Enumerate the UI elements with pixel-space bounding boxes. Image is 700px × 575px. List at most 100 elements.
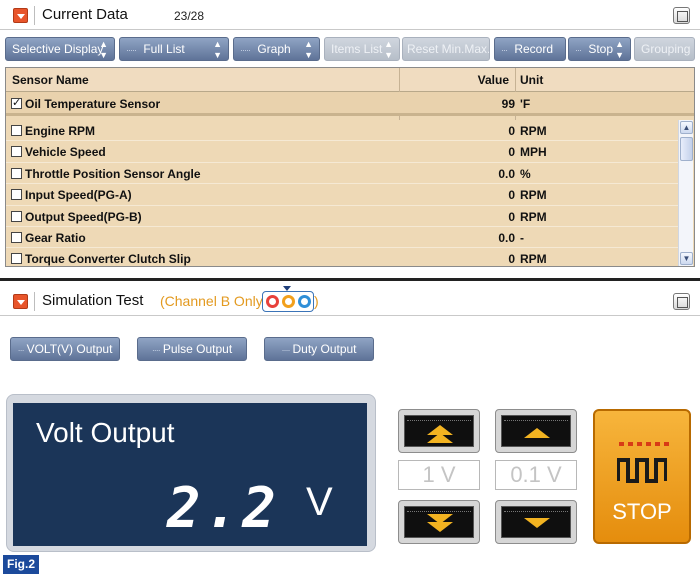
collapse-icon[interactable] xyxy=(13,8,28,23)
sensor-unit: 'F xyxy=(520,97,531,111)
table-row[interactable]: Input Speed(PG-A) 0 RPM xyxy=(6,184,678,206)
pulse-output-button[interactable]: ···· Pulse Output xyxy=(137,337,247,361)
down-icon xyxy=(524,518,550,528)
full-list-button[interactable]: ····· Full List ▲ ▼ xyxy=(119,37,229,61)
row-checkbox[interactable] xyxy=(11,210,22,222)
column-unit[interactable]: Unit xyxy=(520,73,543,87)
stop-output-button[interactable]: STOP xyxy=(593,409,691,544)
button-face xyxy=(501,506,571,538)
row-checkbox[interactable] xyxy=(11,125,22,136)
maximize-icon[interactable] xyxy=(673,7,690,24)
items-list-label: Items List xyxy=(331,42,383,56)
tick-marks xyxy=(407,417,471,421)
sensor-name: Oil Temperature Sensor xyxy=(25,97,161,111)
scroll-down-icon[interactable]: ▼ xyxy=(680,252,693,265)
grip-icon: ···· xyxy=(281,345,290,355)
sensor-value: 0 xyxy=(508,252,515,266)
coarse-increase-button[interactable] xyxy=(398,409,480,453)
volt-output-title: Volt Output xyxy=(36,417,175,448)
row-checkbox[interactable] xyxy=(11,253,22,265)
sensor-unit: RPM xyxy=(520,188,547,203)
table-row[interactable]: Gear Ratio 0.0 - xyxy=(6,227,678,249)
panel-divider xyxy=(0,278,700,281)
reset-minmax-label: Reset Min.Max. xyxy=(407,42,490,56)
simulation-title: Simulation Test xyxy=(42,292,144,309)
collapse-icon[interactable] xyxy=(13,294,28,309)
header-separator xyxy=(34,6,35,25)
stop-label: STOP xyxy=(612,499,672,524)
grip-icon: ··· xyxy=(501,45,508,55)
column-value[interactable]: Value xyxy=(404,73,509,87)
coarse-decrease-button[interactable] xyxy=(398,500,480,544)
graph-button[interactable]: ····· Graph ▲ ▼ xyxy=(233,37,320,61)
scroll-thumb[interactable] xyxy=(680,137,693,161)
full-list-label: Full List xyxy=(143,42,185,56)
reset-minmax-button[interactable]: Reset Min.Max. xyxy=(402,37,490,61)
channel-note-close: ) xyxy=(314,293,319,309)
volt-output-button[interactable]: ··· VOLT(V) Output xyxy=(10,337,120,361)
table-row[interactable]: Output Speed(PG-B) 0 RPM xyxy=(6,206,678,227)
pinned-row[interactable]: Oil Temperature Sensor 99 'F xyxy=(6,92,694,116)
grip-icon: ··· xyxy=(575,45,582,55)
table-row[interactable]: Engine RPM 0 RPM xyxy=(6,120,678,142)
sensor-value: 0 xyxy=(508,124,515,138)
table-header: Sensor Name Value Unit xyxy=(6,68,694,92)
sensor-unit: % xyxy=(520,166,531,181)
table-scrollbar[interactable]: ▲ ▼ xyxy=(678,120,693,266)
grip-icon: ···· xyxy=(151,345,161,355)
up-icon xyxy=(524,428,550,438)
grip-icon: ····· xyxy=(240,45,251,55)
items-list-button[interactable]: Items List ▲ ▼ xyxy=(324,37,400,61)
sensor-value: 99 xyxy=(501,97,515,111)
sensor-unit: RPM xyxy=(520,252,547,266)
record-label: Record xyxy=(514,42,554,56)
channel-c-icon xyxy=(298,295,311,308)
channel-b-icon xyxy=(282,295,295,308)
record-button[interactable]: ··· Record xyxy=(494,37,566,61)
updown-icon: ▲ ▼ xyxy=(99,39,108,60)
selective-display-button[interactable]: Selective Display ▲ ▼ xyxy=(5,37,115,61)
tick-marks xyxy=(504,417,568,421)
grouping-label: Grouping xyxy=(641,42,691,56)
table-row[interactable]: Torque Converter Clutch Slip 0 RPM xyxy=(6,248,678,266)
scroll-up-icon[interactable]: ▲ xyxy=(680,121,693,134)
sensor-name: Engine RPM xyxy=(25,124,96,138)
column-sensor-name[interactable]: Sensor Name xyxy=(12,73,89,87)
duty-output-label: Duty Output xyxy=(292,342,357,356)
sensor-name: Throttle Position Sensor Angle xyxy=(25,166,201,181)
row-checkbox[interactable] xyxy=(11,146,22,158)
channel-a-icon xyxy=(266,295,279,308)
sensor-value: 0.0 xyxy=(498,230,515,245)
channel-note: (Channel B Only xyxy=(160,293,263,309)
row-checkbox[interactable] xyxy=(11,167,22,179)
sensor-name: Input Speed(PG-A) xyxy=(25,188,132,203)
sensor-rows: Engine RPM 0 RPM Vehicle Speed 0 MPH Thr… xyxy=(6,120,678,266)
fine-increase-button[interactable] xyxy=(495,409,577,453)
double-up-icon xyxy=(427,433,453,443)
current-data-title: Current Data xyxy=(42,6,128,23)
updown-icon: ▲ ▼ xyxy=(213,39,222,60)
channel-selector[interactable] xyxy=(262,291,314,312)
sensor-value: 0 xyxy=(508,145,515,160)
stop-record-button[interactable]: ··· Stop ▲ ▼ xyxy=(568,37,631,61)
updown-icon: ▲ ▼ xyxy=(304,39,313,60)
grip-icon: ····· xyxy=(126,45,137,55)
fine-decrease-button[interactable] xyxy=(495,500,577,544)
double-down-icon xyxy=(427,522,453,532)
simulation-header: Simulation Test (Channel B Only ) xyxy=(0,286,700,316)
volt-unit: V xyxy=(306,480,333,524)
grouping-button[interactable]: Grouping xyxy=(634,37,695,61)
row-checkbox[interactable] xyxy=(11,231,22,243)
row-checkbox[interactable] xyxy=(11,189,22,201)
table-row[interactable]: Vehicle Speed 0 MPH xyxy=(6,141,678,163)
sensor-name: Torque Converter Clutch Slip xyxy=(25,252,191,266)
sensor-name: Output Speed(PG-B) xyxy=(25,209,142,224)
volt-value: 2.2 xyxy=(166,476,280,541)
button-face xyxy=(404,415,474,447)
maximize-icon[interactable] xyxy=(673,293,690,310)
row-checkbox[interactable] xyxy=(11,96,22,109)
fine-step-value: 0.1 V xyxy=(495,460,577,490)
duty-output-button[interactable]: ···· Duty Output xyxy=(264,337,374,361)
volt-output-label: VOLT(V) Output xyxy=(26,342,113,356)
table-row[interactable]: Throttle Position Sensor Angle 0.0 % xyxy=(6,163,678,185)
